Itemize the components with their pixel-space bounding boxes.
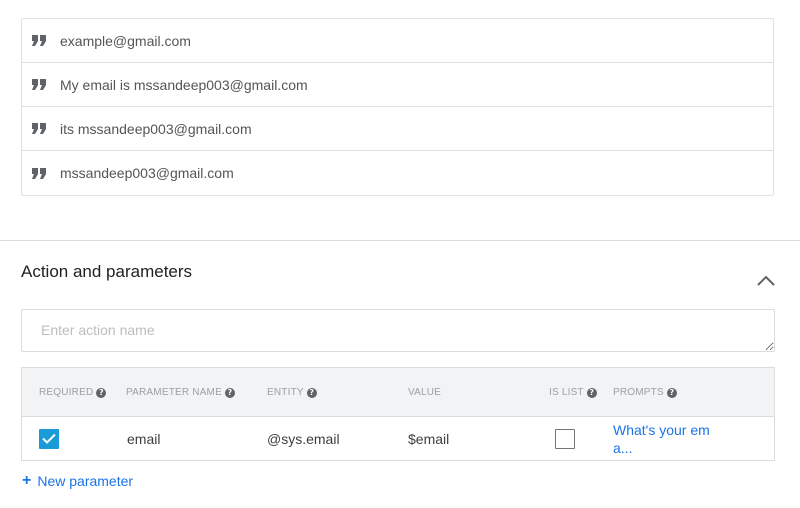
- required-checkbox[interactable]: [39, 428, 59, 449]
- section-title: Action and parameters: [21, 262, 193, 281]
- training-phrase-row[interactable]: its mssandeep003@gmail.com: [22, 107, 773, 151]
- help-icon[interactable]: ?: [586, 387, 597, 398]
- quote-icon: [32, 79, 46, 91]
- action-name-input[interactable]: [22, 310, 774, 351]
- quote-icon: [32, 167, 46, 179]
- training-phrase-row[interactable]: mssandeep003@gmail.com: [22, 151, 773, 195]
- new-parameter-button[interactable]: + New parameter: [22, 472, 134, 490]
- column-header-parameter-name: PARAMETER NAME ?: [126, 368, 235, 417]
- new-parameter-label: New parameter: [37, 473, 134, 489]
- column-header-value: VALUE: [408, 368, 441, 417]
- chevron-up-icon: [757, 275, 775, 286]
- training-phrase-text[interactable]: mssandeep003@gmail.com: [60, 165, 234, 181]
- plus-icon: +: [22, 472, 32, 489]
- training-phrase-text[interactable]: its mssandeep003@gmail.com: [60, 121, 252, 137]
- help-icon[interactable]: ?: [224, 387, 235, 398]
- column-header-label: REQUIRED: [39, 387, 94, 398]
- action-name-field[interactable]: [21, 309, 775, 352]
- required-cell: [39, 417, 59, 460]
- column-header-prompts: PROMPTS ?: [613, 368, 677, 417]
- column-header-required: REQUIRED ?: [39, 368, 107, 417]
- column-header-label: ENTITY: [267, 387, 304, 398]
- parameter-name-cell[interactable]: email: [127, 417, 160, 460]
- value-cell[interactable]: $email: [408, 417, 449, 460]
- table-row: email @sys.email $email What's your em a…: [22, 417, 774, 460]
- entity-cell[interactable]: @sys.email: [267, 417, 340, 460]
- column-header-label: PROMPTS: [613, 387, 664, 398]
- quote-icon: [32, 35, 46, 47]
- column-header-entity: ENTITY ?: [267, 368, 317, 417]
- help-icon[interactable]: ?: [306, 387, 317, 398]
- column-header-is-list: IS LIST ?: [549, 368, 597, 417]
- column-header-label: PARAMETER NAME: [126, 387, 222, 398]
- section-divider: [0, 240, 800, 241]
- parameters-table-header: REQUIRED ? PARAMETER NAME ? ENTITY ? VAL…: [22, 368, 774, 417]
- is-list-checkbox[interactable]: [555, 428, 575, 449]
- prompts-cell: What's your em a...: [613, 417, 713, 460]
- collapse-button[interactable]: [754, 270, 778, 290]
- check-icon: [42, 433, 56, 444]
- prompt-line: What's your em: [613, 421, 710, 438]
- quote-icon: [32, 123, 46, 135]
- parameters-table: REQUIRED ? PARAMETER NAME ? ENTITY ? VAL…: [21, 367, 775, 461]
- prompt-line: a...: [613, 439, 633, 456]
- training-phrase-row[interactable]: example@gmail.com: [22, 19, 773, 63]
- training-phrase-row[interactable]: My email is mssandeep003@gmail.com: [22, 63, 773, 107]
- help-icon[interactable]: ?: [96, 387, 107, 398]
- column-header-label: VALUE: [408, 387, 442, 398]
- help-icon[interactable]: ?: [666, 387, 677, 398]
- training-phrase-text[interactable]: example@gmail.com: [60, 33, 191, 49]
- training-phrases-list: example@gmail.com My email is mssandeep0…: [21, 18, 774, 196]
- column-header-label: IS LIST: [549, 387, 584, 398]
- is-list-cell: [555, 417, 575, 460]
- training-phrase-text[interactable]: My email is mssandeep003@gmail.com: [60, 77, 308, 93]
- prompt-link[interactable]: What's your em a...: [613, 421, 713, 457]
